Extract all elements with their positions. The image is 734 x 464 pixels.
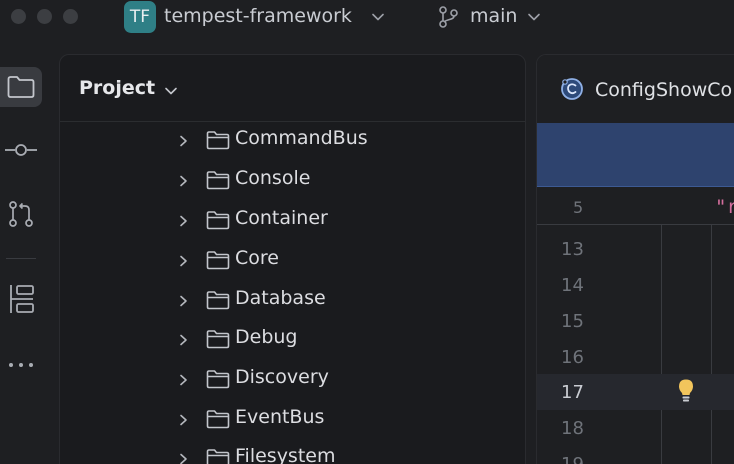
folder-icon: [7, 76, 35, 98]
code-line[interactable]: 14: [537, 267, 734, 303]
tree-row[interactable]: Debug: [60, 320, 525, 360]
tool-separator: [6, 258, 36, 259]
chevron-right-icon[interactable]: [176, 133, 190, 147]
folder-label: Debug: [235, 326, 298, 348]
project-badge[interactable]: TF: [124, 1, 156, 33]
sticky-line[interactable]: 5 "r: [537, 188, 734, 225]
tree-row[interactable]: Filesystem: [60, 439, 525, 464]
folder-icon: [206, 290, 230, 310]
project-panel-title[interactable]: Project: [79, 77, 155, 99]
chevron-right-icon[interactable]: [176, 253, 190, 267]
folder-label: Discovery: [235, 366, 329, 388]
editor-tab-config-show[interactable]: ConfigShowCo: [595, 79, 732, 101]
project-tool-button[interactable]: [0, 67, 42, 107]
folder-icon: [206, 210, 230, 230]
structure-icon: [10, 285, 34, 313]
folder-label: EventBus: [235, 406, 325, 428]
window-close-button[interactable]: [11, 9, 26, 24]
code-line[interactable]: 13: [537, 231, 734, 267]
line-number: 14: [561, 275, 584, 296]
line-number: 5: [573, 198, 584, 217]
folder-icon: [206, 409, 230, 429]
line-number: 15: [561, 311, 584, 332]
branch-switcher[interactable]: main: [470, 5, 517, 27]
commit-tool-button[interactable]: [0, 130, 42, 170]
code-text: "r: [715, 196, 734, 218]
current-code-line[interactable]: 17: [537, 374, 734, 410]
tree-row[interactable]: Console: [60, 161, 525, 201]
tool-window-strip: [0, 34, 46, 464]
chevron-right-icon[interactable]: [176, 372, 190, 386]
folder-icon: [206, 130, 230, 150]
folder-icon: [206, 369, 230, 389]
lightbulb-icon[interactable]: [677, 378, 695, 404]
chevron-down-icon[interactable]: [164, 84, 178, 98]
title-bar: TF tempest-framework main: [0, 0, 734, 34]
chevron-right-icon[interactable]: [176, 293, 190, 307]
line-number: 13: [561, 239, 584, 260]
tree-row[interactable]: Database: [60, 281, 525, 321]
tree-row[interactable]: EventBus: [60, 400, 525, 440]
commit-icon: [5, 144, 37, 156]
line-number: 17: [561, 382, 584, 403]
line-number: 16: [561, 347, 584, 368]
pull-requests-tool-button[interactable]: [0, 194, 42, 234]
folder-label: Console: [235, 167, 311, 189]
chevron-right-icon[interactable]: [176, 213, 190, 227]
folder-icon: [206, 448, 230, 464]
line-number: 18: [561, 418, 584, 439]
more-tools-button[interactable]: [0, 345, 42, 385]
line-number: 19: [561, 454, 584, 464]
code-line[interactable]: 15: [537, 303, 734, 339]
editor-pane: ConfigShowCo 5 "r 13 14 15 16 17 18 19: [536, 54, 734, 464]
folder-icon: [206, 170, 230, 190]
editor-tab-bar: ConfigShowCo: [537, 55, 734, 123]
folder-icon: [206, 250, 230, 270]
folder-label: Filesystem: [235, 445, 336, 464]
code-line[interactable]: 19: [537, 446, 734, 464]
tree-row[interactable]: Discovery: [60, 360, 525, 400]
folder-label: CommandBus: [235, 127, 368, 149]
chevron-right-icon[interactable]: [176, 173, 190, 187]
tree-row[interactable]: Core: [60, 241, 525, 281]
code-line[interactable]: 18: [537, 410, 734, 446]
pull-request-icon: [9, 201, 33, 227]
code-line[interactable]: 16: [537, 339, 734, 375]
tree-row[interactable]: CommandBus: [60, 121, 525, 161]
chevron-down-icon[interactable]: [371, 10, 385, 24]
more-icon: [9, 363, 33, 367]
chevron-down-icon[interactable]: [527, 10, 541, 24]
folder-label: Core: [235, 247, 279, 269]
chevron-right-icon[interactable]: [176, 332, 190, 346]
branch-icon[interactable]: [437, 5, 459, 29]
project-tool-window: Project CommandBus Console Container Cor…: [59, 54, 526, 464]
folder-label: Container: [235, 207, 328, 229]
php-class-icon: [559, 76, 585, 102]
chevron-right-icon[interactable]: [176, 412, 190, 426]
project-switcher[interactable]: tempest-framework: [164, 5, 352, 27]
folder-icon: [206, 329, 230, 349]
folder-label: Database: [235, 287, 326, 309]
window-minimize-button[interactable]: [37, 9, 52, 24]
window-zoom-button[interactable]: [63, 9, 78, 24]
structure-tool-button[interactable]: [0, 279, 42, 319]
chevron-right-icon[interactable]: [176, 451, 190, 464]
tree-row[interactable]: Container: [60, 201, 525, 241]
text-selection: [537, 123, 734, 187]
